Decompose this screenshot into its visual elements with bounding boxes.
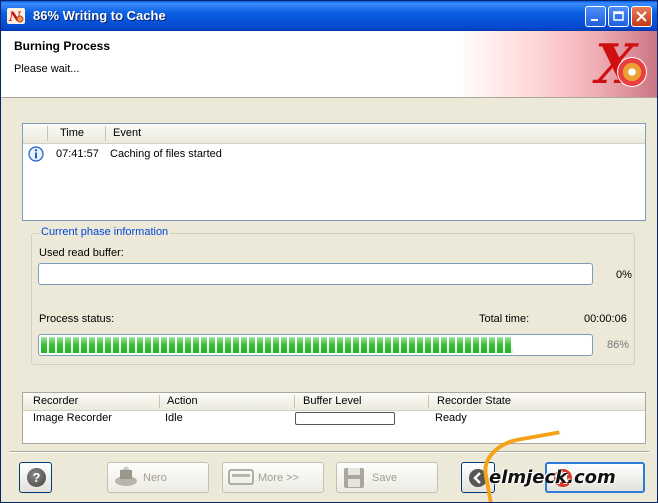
buffer-level-bar: [295, 412, 395, 425]
window-title: 86% Writing to Cache: [33, 8, 166, 23]
nero-app-icon: N: [7, 8, 25, 24]
minimize-button[interactable]: [585, 6, 606, 27]
nero-disc-icon: [617, 57, 647, 87]
info-icon: [28, 146, 44, 162]
help-button[interactable]: ?: [19, 462, 52, 493]
watermark-text: elmjeck.com: [489, 467, 616, 488]
nero-button[interactable]: Nero: [107, 462, 209, 493]
close-icon: [636, 11, 647, 22]
recorder-table-header: Recorder Action Buffer Level Recorder St…: [23, 393, 645, 411]
close-button[interactable]: [631, 6, 652, 27]
event-list-header: Time Event: [23, 124, 645, 144]
save-button-label: Save: [372, 472, 398, 484]
recorder-name: Image Recorder: [33, 412, 112, 424]
save-button[interactable]: Save: [336, 462, 438, 493]
title-bar[interactable]: N 86% Writing to Cache: [1, 1, 657, 31]
process-status-label: Process status:: [39, 313, 115, 325]
maximize-button[interactable]: [608, 6, 629, 27]
event-row[interactable]: 07:41:57 Caching of files started: [23, 146, 645, 164]
nero-button-label: Nero: [143, 472, 167, 484]
column-header-event[interactable]: Event: [113, 127, 141, 139]
column-header-time[interactable]: Time: [60, 127, 84, 139]
phase-group-legend: Current phase information: [39, 226, 171, 238]
process-status-bar: [38, 334, 593, 356]
recorder-action: Idle: [165, 412, 183, 424]
save-disk-icon: [344, 468, 364, 488]
drive-icon: [228, 469, 254, 485]
total-time-label: Total time:: [479, 313, 530, 325]
column-divider: [159, 395, 160, 408]
event-time: 07:41:57: [56, 148, 99, 160]
process-status-fill: [41, 337, 513, 353]
event-text: Caching of files started: [110, 148, 222, 160]
more-button-label: More >>: [258, 472, 299, 484]
total-time-value: 00:00:06: [584, 313, 627, 325]
help-icon: ?: [27, 468, 46, 487]
read-buffer-percent: 0%: [616, 269, 632, 281]
column-header-buffer-level[interactable]: Buffer Level: [303, 395, 362, 407]
recorder-state: Ready: [435, 412, 467, 424]
header-subtitle: Please wait...: [14, 63, 80, 75]
event-log-list[interactable]: Time Event 07:41:57 Caching of files sta…: [22, 123, 646, 221]
header-panel: Burning Process Please wait... X: [1, 31, 657, 98]
burning-process-window: N 86% Writing to Cache Burning Process P…: [0, 0, 658, 503]
read-buffer-bar: [38, 263, 593, 285]
column-divider: [47, 126, 48, 141]
more-button[interactable]: More >>: [222, 462, 324, 493]
column-divider: [105, 126, 106, 141]
read-buffer-label: Used read buffer:: [39, 247, 124, 259]
column-divider: [294, 395, 295, 408]
column-header-action[interactable]: Action: [167, 395, 198, 407]
column-header-recorder[interactable]: Recorder: [33, 395, 78, 407]
column-divider: [428, 395, 429, 408]
column-header-recorder-state[interactable]: Recorder State: [437, 395, 511, 407]
process-percent: 86%: [607, 339, 630, 351]
minimize-icon: [591, 19, 598, 21]
maximize-icon: [613, 11, 624, 21]
header-title: Burning Process: [14, 39, 111, 53]
nero-burn-icon: [115, 466, 137, 486]
